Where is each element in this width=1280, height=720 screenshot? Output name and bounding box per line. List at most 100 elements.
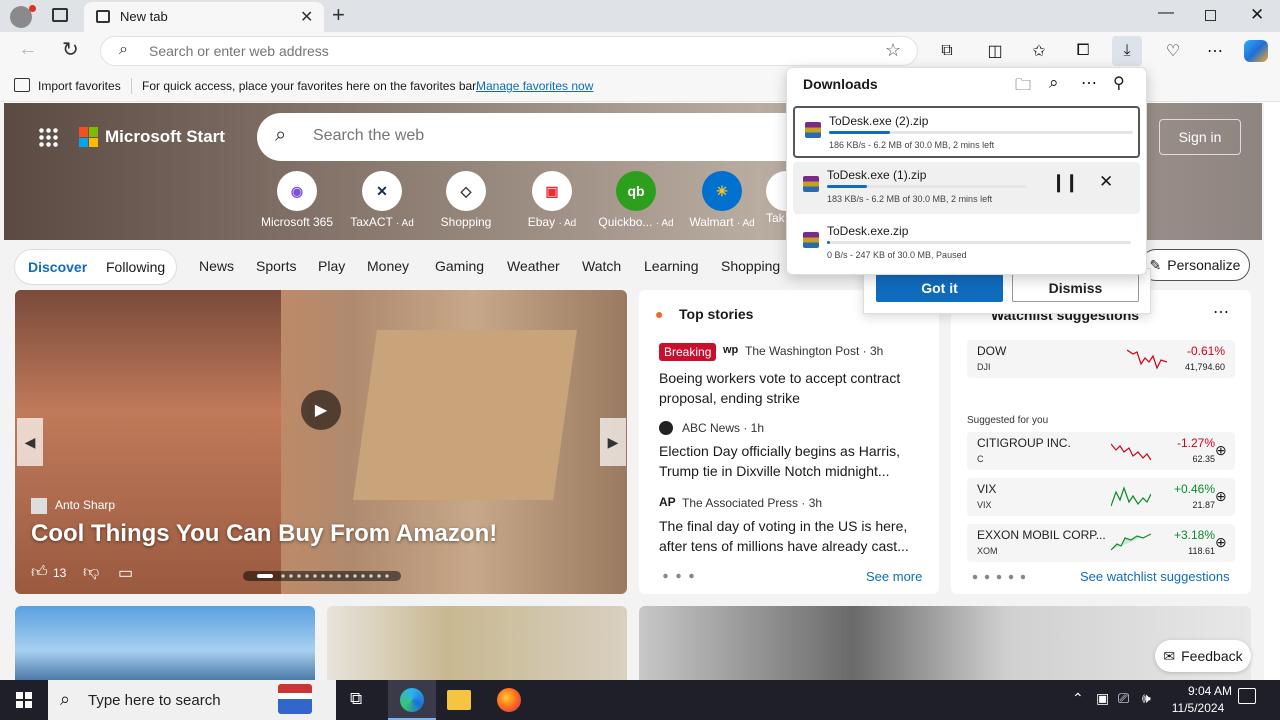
search-icon[interactable]: ⌕ xyxy=(1049,73,1059,93)
close-tab-icon[interactable]: ✕ xyxy=(300,7,313,27)
web-search-box[interactable]: ⌕ xyxy=(257,113,817,161)
import-favorites-button[interactable]: Import favorites xyxy=(38,79,121,93)
news-card-image[interactable] xyxy=(15,606,315,680)
download-item[interactable]: ToDesk.exe.zip 0 B/s - 247 KB of 30.0 MB… xyxy=(793,218,1140,270)
back-icon[interactable]: ← xyxy=(18,38,38,61)
collections-icon[interactable]: ⧠ xyxy=(1068,36,1098,66)
web-search-input[interactable] xyxy=(313,127,763,145)
carousel-prev-icon[interactable]: ◀ xyxy=(17,418,43,466)
carousel-dots[interactable] xyxy=(243,571,401,581)
extensions-icon[interactable]: ⧉ xyxy=(932,36,962,66)
open-folder-icon[interactable]: 🗀︎ xyxy=(1015,74,1031,101)
refresh-icon[interactable]: ↻ xyxy=(62,37,79,62)
favorites-icon[interactable]: ✩ xyxy=(1024,36,1054,66)
cancel-icon[interactable]: ✕ xyxy=(1099,172,1113,192)
tab-new-tab[interactable]: New tab ✕ xyxy=(84,2,324,32)
add-to-watchlist-icon[interactable]: ⊕ xyxy=(1215,534,1227,551)
sign-in-button[interactable]: Sign in xyxy=(1159,119,1241,155)
app-walmart[interactable]: ✳ Walmart · Ad xyxy=(682,171,762,229)
volume-icon[interactable]: 🕪︎ xyxy=(1142,690,1151,707)
minimize-icon[interactable]: — xyxy=(1158,4,1174,22)
more-options-icon[interactable]: ⋯ xyxy=(1081,73,1097,93)
more-options-icon[interactable]: ⋯ xyxy=(1213,302,1229,322)
address-input[interactable] xyxy=(149,43,849,59)
taskbar-search[interactable]: ⌕ Type here to search xyxy=(48,680,336,720)
nav-learning[interactable]: Learning xyxy=(644,258,699,274)
tray-app-icon[interactable]: ▣ xyxy=(1096,690,1109,707)
app-launcher-icon[interactable] xyxy=(38,127,58,147)
tab-following[interactable]: Following xyxy=(106,259,165,275)
app-microsoft-365[interactable]: ◉ Microsoft 365 xyxy=(257,171,337,229)
app-taxact[interactable]: ✕ TaxACT · Ad xyxy=(342,171,422,229)
nav-sports[interactable]: Sports xyxy=(256,258,296,274)
download-item[interactable]: ToDesk.exe (2).zip 186 KB/s - 6.2 MB of … xyxy=(793,106,1140,158)
hero-carousel[interactable]: ▶ ◀ ▶ Anto Sharp Cool Things You Can Buy… xyxy=(15,290,627,594)
new-tab-button[interactable]: + xyxy=(332,2,345,28)
nav-shopping[interactable]: Shopping xyxy=(721,258,780,274)
carousel-next-icon[interactable]: ▶ xyxy=(600,418,626,466)
news-card-image[interactable] xyxy=(639,606,1251,680)
downloads-icon[interactable]: ⤓ xyxy=(1112,36,1142,66)
settings-more-icon[interactable]: ⋯ xyxy=(1200,36,1230,66)
windows-start-icon[interactable] xyxy=(16,692,32,708)
taskbar-edge[interactable] xyxy=(388,680,436,720)
app-ebay[interactable]: ▣ Ebay · Ad xyxy=(512,171,592,229)
file-explorer-icon[interactable] xyxy=(447,690,471,710)
nav-play[interactable]: Play xyxy=(318,258,345,274)
manage-favorites-link[interactable]: Manage favorites now xyxy=(476,79,593,93)
download-progress-bar xyxy=(827,185,1027,188)
hero-title[interactable]: Cool Things You Can Buy From Amazon! xyxy=(31,520,497,548)
close-window-icon[interactable]: ✕ xyxy=(1250,5,1264,25)
copilot-icon[interactable] xyxy=(1244,40,1268,62)
pin-icon[interactable]: ⚲ xyxy=(1113,73,1125,93)
split-screen-icon[interactable]: ◫ xyxy=(980,36,1010,66)
stock-row[interactable]: DOW DJI -0.61% 41,794.60 xyxy=(967,340,1235,378)
dislike-icon[interactable]: 👎︎ xyxy=(83,563,99,582)
abc-news-logo-icon xyxy=(659,421,673,435)
clock-time[interactable]: 9:04 AM xyxy=(1172,684,1248,698)
task-view-icon[interactable]: ⧉ xyxy=(350,689,362,709)
nav-weather[interactable]: Weather xyxy=(507,258,560,274)
network-icon[interactable]: ⎚ xyxy=(1118,690,1129,707)
personalize-button[interactable]: ✎ Personalize xyxy=(1140,249,1250,281)
play-icon[interactable]: ▶ xyxy=(301,390,341,430)
show-hidden-icons-icon[interactable]: ⌃ xyxy=(1072,690,1084,707)
news-card-image[interactable] xyxy=(327,606,627,680)
tab-actions-icon[interactable] xyxy=(52,8,68,22)
browser-essentials-icon[interactable]: ♡ xyxy=(1158,36,1188,66)
nav-money[interactable]: Money xyxy=(367,258,409,274)
pause-icon[interactable]: ❙❙ xyxy=(1051,172,1079,193)
comment-icon[interactable]: ▭ xyxy=(118,563,133,583)
like-icon[interactable]: 👍︎ xyxy=(31,563,48,582)
download-item[interactable]: ToDesk.exe (1).zip 183 KB/s - 6.2 MB of … xyxy=(793,162,1140,214)
app-quickbooks[interactable]: qb Quickbo... · Ad xyxy=(596,171,676,229)
stock-row[interactable]: EXXON MOBIL CORP... XOM +3.18% 118.61 ⊕ xyxy=(967,524,1235,562)
pager-dots[interactable] xyxy=(969,574,1025,580)
notifications-icon[interactable] xyxy=(1238,688,1256,704)
nav-news[interactable]: News xyxy=(199,258,234,274)
nav-watch[interactable]: Watch xyxy=(582,258,621,274)
favorite-star-icon[interactable]: ☆ xyxy=(885,40,901,61)
app-shopping[interactable]: ◇ Shopping xyxy=(426,171,506,229)
search-icon: ⌕ xyxy=(119,41,128,58)
story-headline[interactable]: The final day of voting in the US is her… xyxy=(659,516,915,556)
add-to-watchlist-icon[interactable]: ⊕ xyxy=(1215,442,1227,459)
stock-row[interactable]: CITIGROUP INC. C -1.27% 62.35 ⊕ xyxy=(967,432,1235,470)
dismiss-button[interactable]: Dismiss xyxy=(1012,274,1139,302)
story-headline[interactable]: Boeing workers vote to accept contract p… xyxy=(659,368,915,408)
pager-dots[interactable] xyxy=(659,573,699,579)
tab-discover[interactable]: Discover xyxy=(28,259,87,275)
maximize-icon[interactable] xyxy=(1205,10,1216,21)
clock-date[interactable]: 11/5/2024 xyxy=(1160,701,1236,715)
firefox-icon[interactable] xyxy=(497,688,521,712)
story-headline[interactable]: Election Day officially begins as Harris… xyxy=(659,441,915,481)
feedback-button[interactable]: ✉ Feedback xyxy=(1155,640,1251,672)
stock-row[interactable]: VIX VIX +0.46% 21.87 ⊕ xyxy=(967,478,1235,516)
add-to-watchlist-icon[interactable]: ⊕ xyxy=(1215,488,1227,505)
see-more-link[interactable]: See more xyxy=(866,569,922,584)
got-it-button[interactable]: Got it xyxy=(876,274,1003,302)
stock-name: CITIGROUP INC. xyxy=(977,436,1071,450)
nav-gaming[interactable]: Gaming xyxy=(435,258,484,274)
see-watchlist-link[interactable]: See watchlist suggestions xyxy=(1080,569,1230,584)
address-bar[interactable]: ⌕ ☆ xyxy=(100,36,918,66)
